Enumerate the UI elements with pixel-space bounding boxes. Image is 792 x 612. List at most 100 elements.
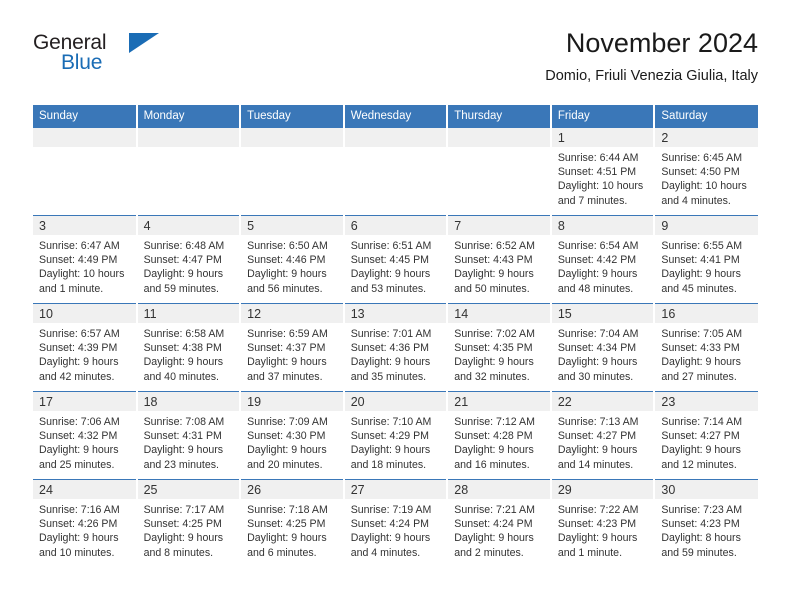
day-number: 16 bbox=[655, 304, 758, 323]
day-sun-info: Sunrise: 7:14 AM Sunset: 4:27 PM Daylight:… bbox=[655, 411, 758, 472]
day-sun-info: Sunrise: 7:19 AM Sunset: 4:24 PM Daylight:… bbox=[345, 499, 447, 560]
calendar-day-cell[interactable]: 11 Sunrise: 6:58 AM Sunset: 4:38 PM Dayligh… bbox=[136, 303, 242, 392]
day-number: 2 bbox=[655, 128, 758, 147]
sunset-text: Sunset: 4:51 PM bbox=[557, 166, 637, 179]
calendar-day-cell[interactable]: 30 Sunrise: 7:23 AM Sunset: 4:23 PM Dayligh… bbox=[654, 479, 758, 568]
day-number: 4 bbox=[137, 216, 240, 235]
day-number: 27 bbox=[344, 480, 447, 499]
sunset-text: Sunset: 4:23 PM bbox=[661, 518, 740, 531]
day-sun-info: Sunrise: 7:08 AM Sunset: 4:31 PM Daylight:… bbox=[138, 411, 240, 472]
sunrise-text: Sunrise: 6:45 AM bbox=[661, 152, 743, 164]
daylight-text-line2: and 59 minutes. bbox=[143, 282, 219, 295]
daylight-text-line2: and 8 minutes. bbox=[143, 546, 214, 559]
calendar-day-cell[interactable]: 9 Sunrise: 6:55 AM Sunset: 4:41 PM Daylight… bbox=[654, 215, 758, 304]
day-number: 14 bbox=[448, 304, 550, 323]
daylight-text-line1: Daylight: 9 hours bbox=[557, 268, 638, 281]
day-number bbox=[241, 128, 343, 147]
sunset-text: Sunset: 4:46 PM bbox=[247, 254, 326, 267]
daylight-text-line2: and 25 minutes. bbox=[39, 458, 115, 471]
weekday-header-sunday: Sunday bbox=[33, 105, 138, 128]
day-number: 20 bbox=[344, 392, 447, 411]
calendar-day-cell-empty bbox=[343, 127, 449, 216]
day-number: 8 bbox=[551, 216, 654, 235]
daylight-text-line1: Daylight: 9 hours bbox=[39, 532, 119, 545]
calendar-day-cell[interactable]: 25 Sunrise: 7:17 AM Sunset: 4:25 PM Dayligh… bbox=[136, 479, 242, 568]
day-sun-info: Sunrise: 7:02 AM Sunset: 4:35 PM Daylight:… bbox=[448, 323, 550, 384]
day-sun-info: Sunrise: 6:47 AM Sunset: 4:49 PM Daylight:… bbox=[33, 235, 136, 296]
day-number: 29 bbox=[551, 480, 654, 499]
calendar-day-cell[interactable]: 23 Sunrise: 7:14 AM Sunset: 4:27 PM Dayligh… bbox=[654, 391, 758, 480]
day-sun-info: Sunrise: 6:45 AM Sunset: 4:50 PM Daylight:… bbox=[655, 147, 758, 208]
calendar-day-cell[interactable]: 4 Sunrise: 6:48 AM Sunset: 4:47 PM Daylight… bbox=[136, 215, 242, 304]
calendar-day-cell[interactable]: 5 Sunrise: 6:50 AM Sunset: 4:46 PM Daylight… bbox=[240, 215, 345, 304]
day-sun-info: Sunrise: 7:04 AM Sunset: 4:34 PM Daylight:… bbox=[552, 323, 654, 384]
calendar-day-cell[interactable]: 26 Sunrise: 7:18 AM Sunset: 4:25 PM Dayligh… bbox=[240, 479, 345, 568]
day-number bbox=[33, 128, 136, 147]
calendar-day-cell[interactable]: 20 Sunrise: 7:10 AM Sunset: 4:29 PM Dayligh… bbox=[343, 391, 449, 480]
calendar-day-cell[interactable]: 14 Sunrise: 7:02 AM Sunset: 4:35 PM Dayligh… bbox=[447, 303, 552, 392]
daylight-text-line1: Daylight: 9 hours bbox=[454, 532, 534, 545]
sunrise-text: Sunrise: 6:47 AM bbox=[39, 240, 120, 252]
day-number: 10 bbox=[33, 304, 136, 323]
day-sun-info: Sunrise: 6:54 AM Sunset: 4:42 PM Daylight:… bbox=[552, 235, 654, 296]
sunrise-text: Sunrise: 6:51 AM bbox=[350, 240, 432, 252]
calendar-day-cell[interactable]: 6 Sunrise: 6:51 AM Sunset: 4:45 PM Daylight… bbox=[343, 215, 449, 304]
calendar-day-cell[interactable]: 2 Sunrise: 6:45 AM Sunset: 4:50 PM Daylight… bbox=[654, 127, 758, 216]
weekday-header-saturday: Saturday bbox=[654, 105, 758, 128]
day-sun-info: Sunrise: 6:44 AM Sunset: 4:51 PM Daylight:… bbox=[552, 147, 654, 208]
sunset-text: Sunset: 4:33 PM bbox=[661, 342, 740, 355]
calendar-day-cell[interactable]: 16 Sunrise: 7:05 AM Sunset: 4:33 PM Dayligh… bbox=[654, 303, 758, 392]
day-number: 12 bbox=[241, 304, 343, 323]
calendar-day-cell[interactable]: 12 Sunrise: 6:59 AM Sunset: 4:37 PM Dayligh… bbox=[240, 303, 345, 392]
sunset-text: Sunset: 4:27 PM bbox=[557, 430, 637, 443]
sunset-text: Sunset: 4:43 PM bbox=[454, 254, 533, 267]
calendar-week-row: 10 Sunrise: 6:57 AM Sunset: 4:39 PM Dayligh… bbox=[33, 303, 758, 392]
calendar-day-cell[interactable]: 15 Sunrise: 7:04 AM Sunset: 4:34 PM Dayligh… bbox=[550, 303, 656, 392]
calendar-day-cell[interactable]: 21 Sunrise: 7:12 AM Sunset: 4:28 PM Dayligh… bbox=[447, 391, 552, 480]
calendar-day-cell[interactable]: 22 Sunrise: 7:13 AM Sunset: 4:27 PM Dayligh… bbox=[550, 391, 656, 480]
daylight-text-line2: and 12 minutes. bbox=[661, 458, 737, 471]
calendar-day-cell[interactable]: 13 Sunrise: 7:01 AM Sunset: 4:36 PM Dayligh… bbox=[343, 303, 449, 392]
general-blue-logo[interactable]: General Blue bbox=[33, 32, 213, 80]
calendar-table: Sunday Monday Tuesday Wednesday Thursday… bbox=[33, 105, 758, 568]
calendar-day-cell[interactable]: 8 Sunrise: 6:54 AM Sunset: 4:42 PM Daylight… bbox=[550, 215, 656, 304]
daylight-text-line1: Daylight: 9 hours bbox=[350, 532, 431, 545]
logo-text-blue: Blue bbox=[61, 51, 103, 74]
sunset-text: Sunset: 4:42 PM bbox=[557, 254, 637, 267]
daylight-text-line2: and 14 minutes. bbox=[557, 458, 634, 471]
daylight-text-line1: Daylight: 9 hours bbox=[247, 356, 327, 369]
calendar-day-cell[interactable]: 10 Sunrise: 6:57 AM Sunset: 4:39 PM Dayligh… bbox=[33, 303, 138, 392]
daylight-text-line1: Daylight: 10 hours bbox=[661, 180, 747, 193]
sunrise-text: Sunrise: 7:13 AM bbox=[557, 416, 639, 428]
calendar-day-cell[interactable]: 19 Sunrise: 7:09 AM Sunset: 4:30 PM Dayligh… bbox=[240, 391, 345, 480]
calendar-day-cell[interactable]: 3 Sunrise: 6:47 AM Sunset: 4:49 PM Daylight… bbox=[33, 215, 138, 304]
day-number: 19 bbox=[241, 392, 343, 411]
daylight-text-line1: Daylight: 9 hours bbox=[454, 268, 534, 281]
sunset-text: Sunset: 4:41 PM bbox=[661, 254, 740, 267]
day-number: 30 bbox=[655, 480, 758, 499]
sunset-text: Sunset: 4:35 PM bbox=[454, 342, 533, 355]
sunset-text: Sunset: 4:31 PM bbox=[143, 430, 222, 443]
calendar-day-cell[interactable]: 18 Sunrise: 7:08 AM Sunset: 4:31 PM Dayligh… bbox=[136, 391, 242, 480]
daylight-text-line2: and 16 minutes. bbox=[454, 458, 530, 471]
sunrise-text: Sunrise: 6:52 AM bbox=[454, 240, 535, 252]
daylight-text-line2: and 10 minutes. bbox=[39, 546, 115, 559]
daylight-text-line1: Daylight: 9 hours bbox=[350, 444, 431, 457]
calendar-day-cell[interactable]: 7 Sunrise: 6:52 AM Sunset: 4:43 PM Daylight… bbox=[447, 215, 552, 304]
weekday-header-wednesday: Wednesday bbox=[343, 105, 449, 128]
sunrise-text: Sunrise: 7:04 AM bbox=[557, 328, 639, 340]
calendar-day-cell[interactable]: 1 Sunrise: 6:44 AM Sunset: 4:51 PM Daylight… bbox=[550, 127, 656, 216]
calendar-day-cell[interactable]: 29 Sunrise: 7:22 AM Sunset: 4:23 PM Dayligh… bbox=[550, 479, 656, 568]
calendar-day-cell[interactable]: 24 Sunrise: 7:16 AM Sunset: 4:26 PM Dayligh… bbox=[33, 479, 138, 568]
daylight-text-line2: and 45 minutes. bbox=[661, 282, 737, 295]
day-sun-info: Sunrise: 7:21 AM Sunset: 4:24 PM Daylight:… bbox=[448, 499, 550, 560]
daylight-text-line1: Daylight: 9 hours bbox=[661, 356, 741, 369]
daylight-text-line2: and 53 minutes. bbox=[350, 282, 427, 295]
page-title: November 2024 bbox=[565, 28, 758, 58]
calendar-day-cell[interactable]: 28 Sunrise: 7:21 AM Sunset: 4:24 PM Dayligh… bbox=[447, 479, 552, 568]
logo-text-general: General bbox=[33, 31, 107, 54]
calendar-day-cell[interactable]: 27 Sunrise: 7:19 AM Sunset: 4:24 PM Dayligh… bbox=[343, 479, 449, 568]
calendar-day-cell[interactable]: 17 Sunrise: 7:06 AM Sunset: 4:32 PM Dayligh… bbox=[33, 391, 138, 480]
daylight-text-line2: and 2 minutes. bbox=[454, 546, 524, 559]
day-number: 28 bbox=[448, 480, 550, 499]
